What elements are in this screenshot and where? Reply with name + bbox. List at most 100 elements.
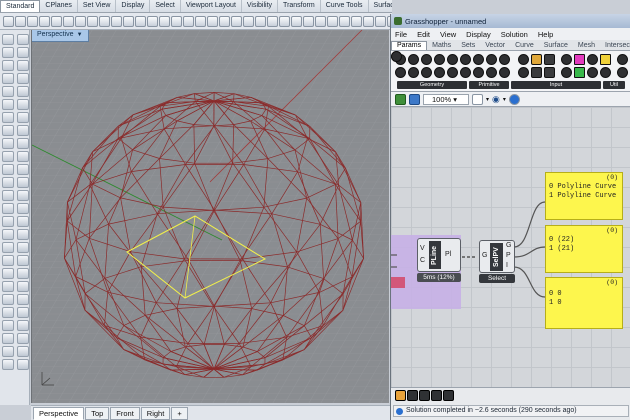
component-icon[interactable]: [447, 67, 458, 78]
rhino-tab-set-view[interactable]: Set View: [78, 0, 117, 12]
left-tool-icon[interactable]: [17, 99, 29, 110]
component-icon[interactable]: [544, 54, 555, 65]
menu-edit[interactable]: Edit: [417, 30, 430, 39]
cluster-icon[interactable]: [431, 390, 442, 401]
left-tool-icon[interactable]: [2, 268, 14, 279]
menu-display[interactable]: Display: [466, 30, 491, 39]
selpv-output-g[interactable]: G: [506, 242, 511, 249]
preview-icon[interactable]: [407, 390, 418, 401]
pline-input-v[interactable]: V: [420, 245, 425, 252]
left-tool-icon[interactable]: [17, 229, 29, 240]
component-icon[interactable]: [518, 67, 529, 78]
left-tool-icon[interactable]: [2, 34, 14, 45]
selpv-input-g[interactable]: G: [482, 252, 487, 259]
left-tool-icon[interactable]: [17, 203, 29, 214]
component-icon[interactable]: [391, 51, 402, 62]
left-tool-icon[interactable]: [2, 112, 14, 123]
component-icon[interactable]: [395, 67, 406, 78]
component-icon[interactable]: [408, 54, 419, 65]
preview-dropdown-arrow-icon[interactable]: ▾: [503, 96, 506, 103]
toolbar-command-icon[interactable]: [75, 15, 86, 27]
toolbar-command-icon[interactable]: [219, 15, 230, 27]
left-tool-icon[interactable]: [17, 268, 29, 279]
left-tool-icon[interactable]: [17, 34, 29, 45]
selpv-output-p[interactable]: P: [506, 252, 511, 259]
toolbar-command-icon[interactable]: [147, 15, 158, 27]
viewport-canvas[interactable]: [32, 30, 389, 403]
left-tool-icon[interactable]: [17, 138, 29, 149]
component-icon[interactable]: [587, 67, 598, 78]
toolbar-command-icon[interactable]: [3, 15, 14, 27]
rhino-tab-cplanes[interactable]: CPlanes: [40, 0, 78, 12]
left-tool-icon[interactable]: [17, 359, 29, 370]
toolbar-command-icon[interactable]: [135, 15, 146, 27]
pline-input-c[interactable]: C: [420, 257, 425, 264]
tab-params[interactable]: Params: [391, 41, 428, 50]
tab-intersect[interactable]: Intersect: [600, 42, 630, 50]
toolbar-command-icon[interactable]: [351, 15, 362, 27]
sketch-dropdown-arrow-icon[interactable]: ▾: [486, 96, 489, 103]
left-tool-icon[interactable]: [2, 99, 14, 110]
left-tool-icon[interactable]: [2, 203, 14, 214]
toolbar-command-icon[interactable]: [99, 15, 110, 27]
viewport-menu-arrow-icon[interactable]: ▼: [77, 32, 83, 38]
component-icon[interactable]: [600, 54, 611, 65]
left-tool-icon[interactable]: [2, 47, 14, 58]
left-tool-icon[interactable]: [17, 255, 29, 266]
pline-component[interactable]: V C PLine Pl: [417, 238, 461, 272]
component-icon[interactable]: [587, 54, 598, 65]
rhino-tab-select[interactable]: Select: [150, 0, 181, 12]
add-icon[interactable]: [443, 390, 454, 401]
view-tab-front[interactable]: Front: [110, 406, 140, 420]
left-tool-icon[interactable]: [17, 47, 29, 58]
panel-index-output[interactable]: (0) 0 0 1 0: [545, 277, 623, 329]
add-view-tab-icon[interactable]: +: [171, 406, 188, 420]
left-tool-icon[interactable]: [17, 333, 29, 344]
view-tab-right[interactable]: Right: [140, 406, 171, 420]
zoom-field[interactable]: 100% ▾: [423, 93, 469, 105]
toolbar-command-icon[interactable]: [63, 15, 74, 27]
tab-curve[interactable]: Curve: [510, 42, 539, 50]
selpv-caption[interactable]: Select: [479, 274, 515, 283]
left-tool-icon[interactable]: [2, 73, 14, 84]
left-tool-icon[interactable]: [17, 125, 29, 136]
left-tool-icon[interactable]: [2, 346, 14, 357]
left-tool-icon[interactable]: [2, 294, 14, 305]
toolbar-command-icon[interactable]: [207, 15, 218, 27]
menu-help[interactable]: Help: [538, 30, 553, 39]
component-icon[interactable]: [473, 67, 484, 78]
toolbar-command-icon[interactable]: [291, 15, 302, 27]
rhino-tab-transform[interactable]: Transform: [278, 0, 321, 12]
tab-sets[interactable]: Sets: [456, 42, 480, 50]
panel-point-output[interactable]: (0) 0 (22) 1 (21): [545, 225, 623, 273]
view-tab-perspective[interactable]: Perspective: [33, 406, 85, 420]
left-tool-icon[interactable]: [17, 164, 29, 175]
component-icon[interactable]: [499, 54, 510, 65]
toolbar-command-icon[interactable]: [39, 15, 50, 27]
left-tool-icon[interactable]: [2, 307, 14, 318]
component-icon[interactable]: [460, 54, 471, 65]
viewport-title-tab[interactable]: Perspective ▼: [32, 30, 89, 42]
left-tool-icon[interactable]: [17, 112, 29, 123]
rhino-tab-surface-tools[interactable]: Surface Tools: [369, 0, 392, 12]
tab-surface[interactable]: Surface: [539, 42, 573, 50]
grasshopper-title-bar[interactable]: Grasshopper - unnamed: [391, 14, 630, 28]
component-icon[interactable]: [617, 54, 628, 65]
component-icon[interactable]: [434, 67, 445, 78]
tab-mesh[interactable]: Mesh: [573, 42, 600, 50]
component-icon[interactable]: [561, 67, 572, 78]
toolbar-command-icon[interactable]: [195, 15, 206, 27]
left-tool-icon[interactable]: [17, 242, 29, 253]
left-tool-icon[interactable]: [17, 73, 29, 84]
preview-eye-icon[interactable]: ◉: [492, 94, 500, 105]
left-tool-icon[interactable]: [2, 125, 14, 136]
toolbar-command-icon[interactable]: [303, 15, 314, 27]
toolbar-command-icon[interactable]: [375, 15, 386, 27]
component-icon[interactable]: [486, 67, 497, 78]
left-tool-icon[interactable]: [2, 242, 14, 253]
component-icon[interactable]: [421, 67, 432, 78]
rhino-tab-visibility[interactable]: Visibility: [242, 0, 279, 12]
component-icon[interactable]: [531, 54, 542, 65]
toolbar-command-icon[interactable]: [327, 15, 338, 27]
component-icon[interactable]: [408, 67, 419, 78]
